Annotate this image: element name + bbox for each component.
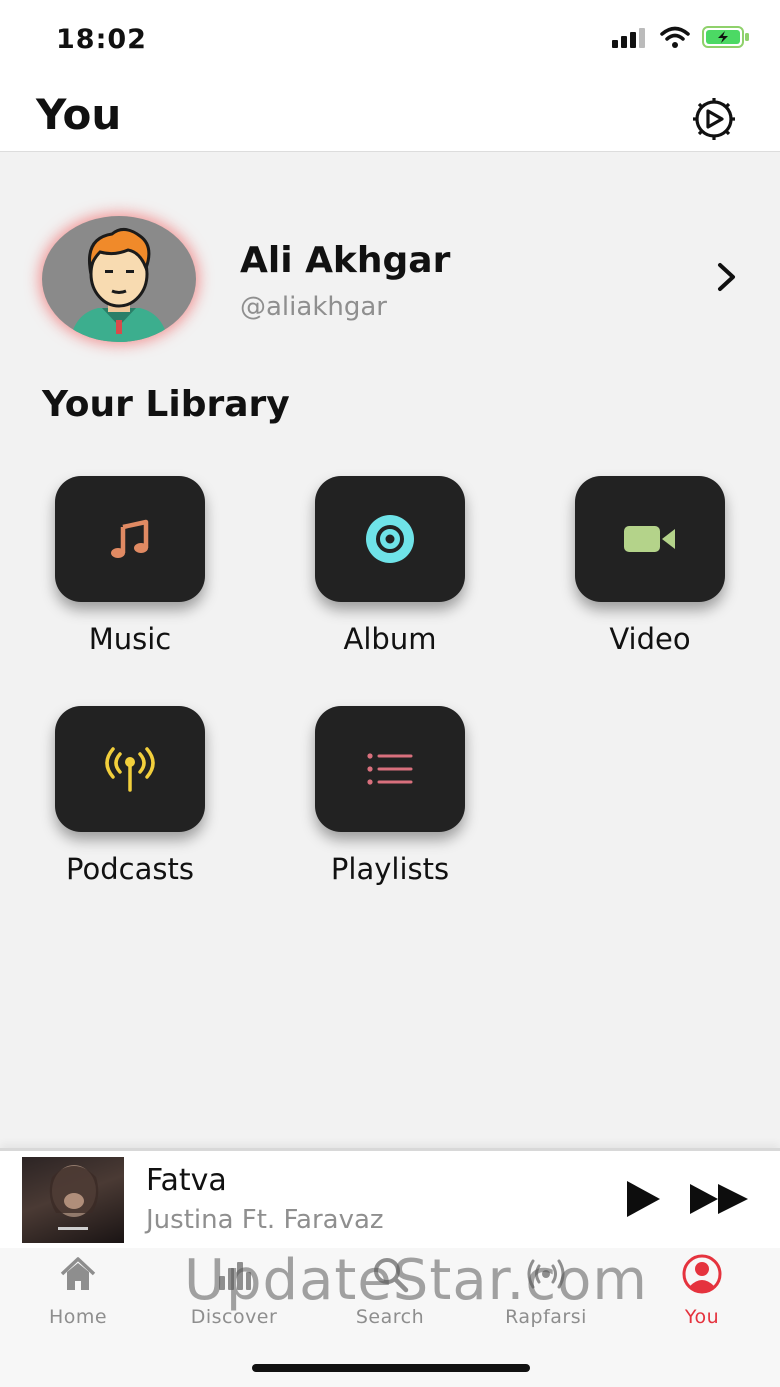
- library-item-video[interactable]: Video: [560, 476, 740, 656]
- wifi-icon: [660, 26, 690, 48]
- library-title: Your Library: [42, 384, 290, 425]
- library-item-label: Playlists: [330, 852, 450, 886]
- disc-icon: [366, 515, 414, 563]
- library-tile-box[interactable]: [575, 476, 725, 602]
- list-icon: [367, 753, 413, 785]
- gear-icon: [693, 98, 735, 140]
- library-tile-box[interactable]: [315, 476, 465, 602]
- user-icon: [682, 1254, 722, 1294]
- signal-icon: [612, 28, 645, 48]
- now-playing-title: Fatva: [146, 1163, 227, 1198]
- tab-label: Search: [355, 1306, 425, 1328]
- avatar[interactable]: [42, 216, 196, 342]
- nav-bar: You: [0, 80, 780, 152]
- broadcast-icon: [527, 1259, 565, 1289]
- tab-label: You: [684, 1306, 720, 1328]
- profile-row[interactable]: Ali Akhgar @aliakhgar: [0, 210, 780, 350]
- profile-handle: @aliakhgar: [240, 292, 387, 322]
- tab-label: Home: [48, 1306, 108, 1328]
- album-art[interactable]: [22, 1157, 124, 1243]
- play-icon[interactable]: [624, 1179, 662, 1219]
- tab-label: Discover: [190, 1306, 278, 1328]
- page-title: You: [36, 90, 122, 139]
- mini-player[interactable]: Fatva Justina Ft. Faravaz: [0, 1148, 780, 1248]
- home-indicator: [252, 1364, 530, 1372]
- library-item-label: Album: [343, 622, 437, 656]
- tab-label: Rapfarsi: [505, 1306, 587, 1328]
- library-item-label: Music: [88, 622, 172, 656]
- settings-button[interactable]: [686, 94, 742, 144]
- video-camera-icon: [624, 526, 675, 552]
- chart-icon: [219, 1262, 251, 1290]
- library-item-music[interactable]: Music: [40, 476, 220, 656]
- tab-bar: Home Discover Search Rapfarsi You: [0, 1248, 780, 1387]
- search-icon: [374, 1258, 409, 1293]
- tab-home[interactable]: Home: [0, 1248, 156, 1338]
- library-item-label: Video: [609, 622, 691, 656]
- library-item-playlists[interactable]: Playlists: [300, 706, 480, 886]
- album-art-image: [49, 1165, 99, 1230]
- status-icons: [612, 26, 750, 48]
- music-note-icon: [111, 519, 149, 558]
- status-time: 18:02: [56, 24, 147, 55]
- tab-discover[interactable]: Discover: [156, 1248, 312, 1338]
- chevron-right-icon[interactable]: [714, 260, 740, 294]
- library-tile-box[interactable]: [55, 476, 205, 602]
- now-playing-artist: Justina Ft. Faravaz: [146, 1205, 384, 1235]
- tab-you[interactable]: You: [624, 1248, 780, 1338]
- home-icon: [60, 1257, 96, 1290]
- library-tile-box[interactable]: [315, 706, 465, 832]
- battery-icon: [702, 26, 749, 48]
- profile-name: Ali Akhgar: [240, 240, 451, 281]
- library-item-label: Podcasts: [66, 852, 194, 886]
- tab-rapfarsi[interactable]: Rapfarsi: [468, 1248, 624, 1338]
- library-tile-box[interactable]: [55, 706, 205, 832]
- tab-search[interactable]: Search: [312, 1248, 468, 1338]
- library-item-album[interactable]: Album: [300, 476, 480, 656]
- fast-forward-icon[interactable]: [688, 1181, 750, 1217]
- user-avatar-icon: [70, 228, 168, 342]
- status-bar: 18:02: [0, 0, 780, 80]
- broadcast-icon: [105, 747, 155, 792]
- library-item-podcasts[interactable]: Podcasts: [40, 706, 220, 886]
